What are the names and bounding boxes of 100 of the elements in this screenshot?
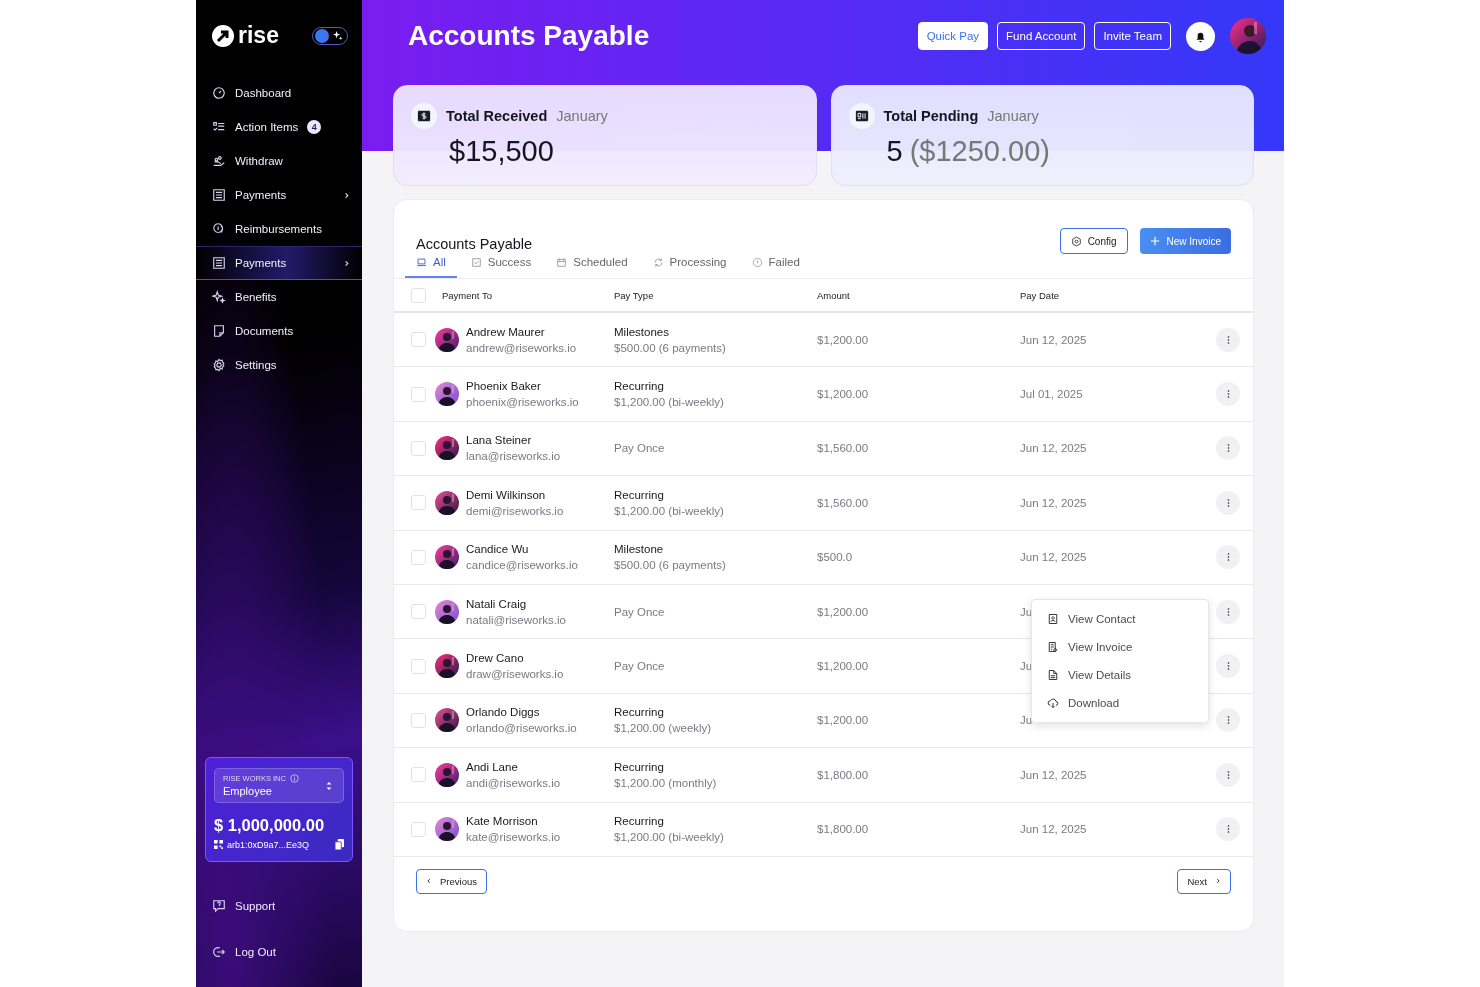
sidebar-item[interactable]: Payments [196,178,362,212]
next-button[interactable]: Next [1177,868,1231,894]
sidebar-item[interactable]: Benefits [196,280,362,314]
menu-item[interactable]: View Details [1032,660,1208,689]
payee-email: draw@riseworks.io [466,667,564,683]
pay-detail: $1,200.00 (bi-weekly) [614,830,725,846]
date-cell-text: Jun 12, 2025 [1020,333,1088,346]
sidebar-item[interactable]: Settings [196,348,362,382]
pay-detail: $1,200.00 (bi-weekly) [614,395,725,411]
nav-icon [212,290,226,304]
date-cell-text: Jun 12, 2025 [1020,823,1088,836]
nav-icon [212,899,226,913]
column-header: Amount [817,289,851,301]
filter-tab[interactable]: Processing [641,256,738,278]
payee-name: Kate Morrison [466,814,539,830]
more-icon [1226,389,1230,400]
sidebar-item[interactable]: Support [196,889,362,923]
sidebar-item[interactable]: Action Items 4 [196,110,362,144]
nav-icon [212,154,226,168]
more-button[interactable] [1216,327,1240,352]
notification-button[interactable] [1186,21,1215,51]
menu-item-icon [1047,612,1059,625]
sidebar-item[interactable]: Payments [196,246,362,280]
date-cell-text: Ju [1020,660,1034,673]
more-button[interactable] [1216,599,1240,624]
more-button[interactable] [1216,654,1240,679]
menu-item[interactable]: Download [1032,688,1208,717]
qr-icon [214,840,223,849]
payee-email: natali@riseworks.io [466,612,566,628]
previous-button[interactable]: Previous [416,868,487,894]
tab-icon [652,256,664,268]
column-header: Pay Type [614,289,655,301]
logo-icon [211,23,235,48]
row-checkbox[interactable] [411,386,426,402]
select-all-checkbox[interactable] [411,287,426,303]
row-checkbox[interactable] [411,495,426,511]
payee-email: andrew@riseworks.io [466,340,577,356]
summary-amount: ($1250.00) [909,135,1050,168]
filter-tab[interactable]: Failed [740,256,811,278]
row-checkbox[interactable] [411,604,426,620]
date-cell-text: Jun 12, 2025 [1020,442,1088,455]
menu-item[interactable]: View Invoice [1032,632,1208,661]
more-button[interactable] [1216,490,1240,515]
sidebar-item[interactable]: Reimbursements [196,212,362,246]
nav-icon [212,188,226,202]
payee-email: orlando@riseworks.io [466,721,577,737]
row-checkbox[interactable] [411,658,426,674]
page-title: Accounts Payable [408,20,650,52]
date-cell-text: Jun 12, 2025 [1020,496,1088,509]
amount-cell-text: $1,560.00 [817,442,870,455]
header-button[interactable]: Quick Pay [917,22,989,50]
row-checkbox[interactable] [411,440,426,456]
summary-value: $15,500 [449,135,554,168]
payee-email: andi@riseworks.io [466,775,561,791]
more-button[interactable] [1216,817,1240,842]
more-button[interactable] [1216,545,1240,570]
pay-type: Pay Once [614,605,666,618]
table-title: Accounts Payable [416,236,533,252]
more-button[interactable] [1216,436,1240,461]
filter-tab[interactable]: Success [459,256,543,278]
amount-cell-text: $1,200.00 [817,660,870,673]
summary-icon [411,103,437,129]
config-button[interactable]: Config [1059,228,1128,254]
nav-icon [212,256,226,270]
row-checkbox[interactable] [411,332,426,348]
tab-icon [470,256,482,268]
tab-icon [416,256,427,268]
more-button[interactable] [1216,762,1240,787]
row-checkbox[interactable] [411,767,426,783]
sidebar-item[interactable]: Dashboard [196,76,362,110]
header-button[interactable]: Fund Account [997,22,1086,50]
payee-email: demi@riseworks.io [466,503,564,519]
date-cell-text: Ju [1020,714,1034,727]
new-invoice-button[interactable]: New Invoice [1139,228,1231,254]
row-checkbox[interactable] [411,549,426,565]
pay-type: Milestone [614,542,665,558]
role-label: Employee [223,785,273,797]
menu-item[interactable]: View Contact [1032,604,1208,633]
sidebar-item[interactable]: Documents [196,314,362,348]
header-button[interactable]: Invite Team [1094,22,1171,50]
chevron-right-icon [1215,878,1221,885]
more-button[interactable] [1216,382,1240,407]
nav-icon [212,358,226,372]
more-icon [1226,443,1230,454]
amount-cell-text: $1,800.00 [817,823,870,836]
filter-tab[interactable]: All [405,256,457,278]
more-button[interactable] [1216,708,1240,733]
sidebar-item[interactable]: Log Out [196,935,362,969]
chevron-left-icon [426,878,432,885]
amount-cell-text: $1,200.00 [817,333,870,346]
row-checkbox[interactable] [411,821,426,837]
pay-type: Pay Once [614,442,666,455]
copy-icon[interactable] [335,839,344,850]
sidebar-item[interactable]: Withdraw [196,144,362,178]
row-checkbox[interactable] [411,712,426,728]
more-icon [1226,552,1230,563]
payee-name: Demi Wilkinson [466,487,547,503]
filter-tab[interactable]: Scheduled [545,256,639,278]
pay-detail: $1,200.00 (weekly) [614,721,713,737]
tab-icon [556,256,568,268]
